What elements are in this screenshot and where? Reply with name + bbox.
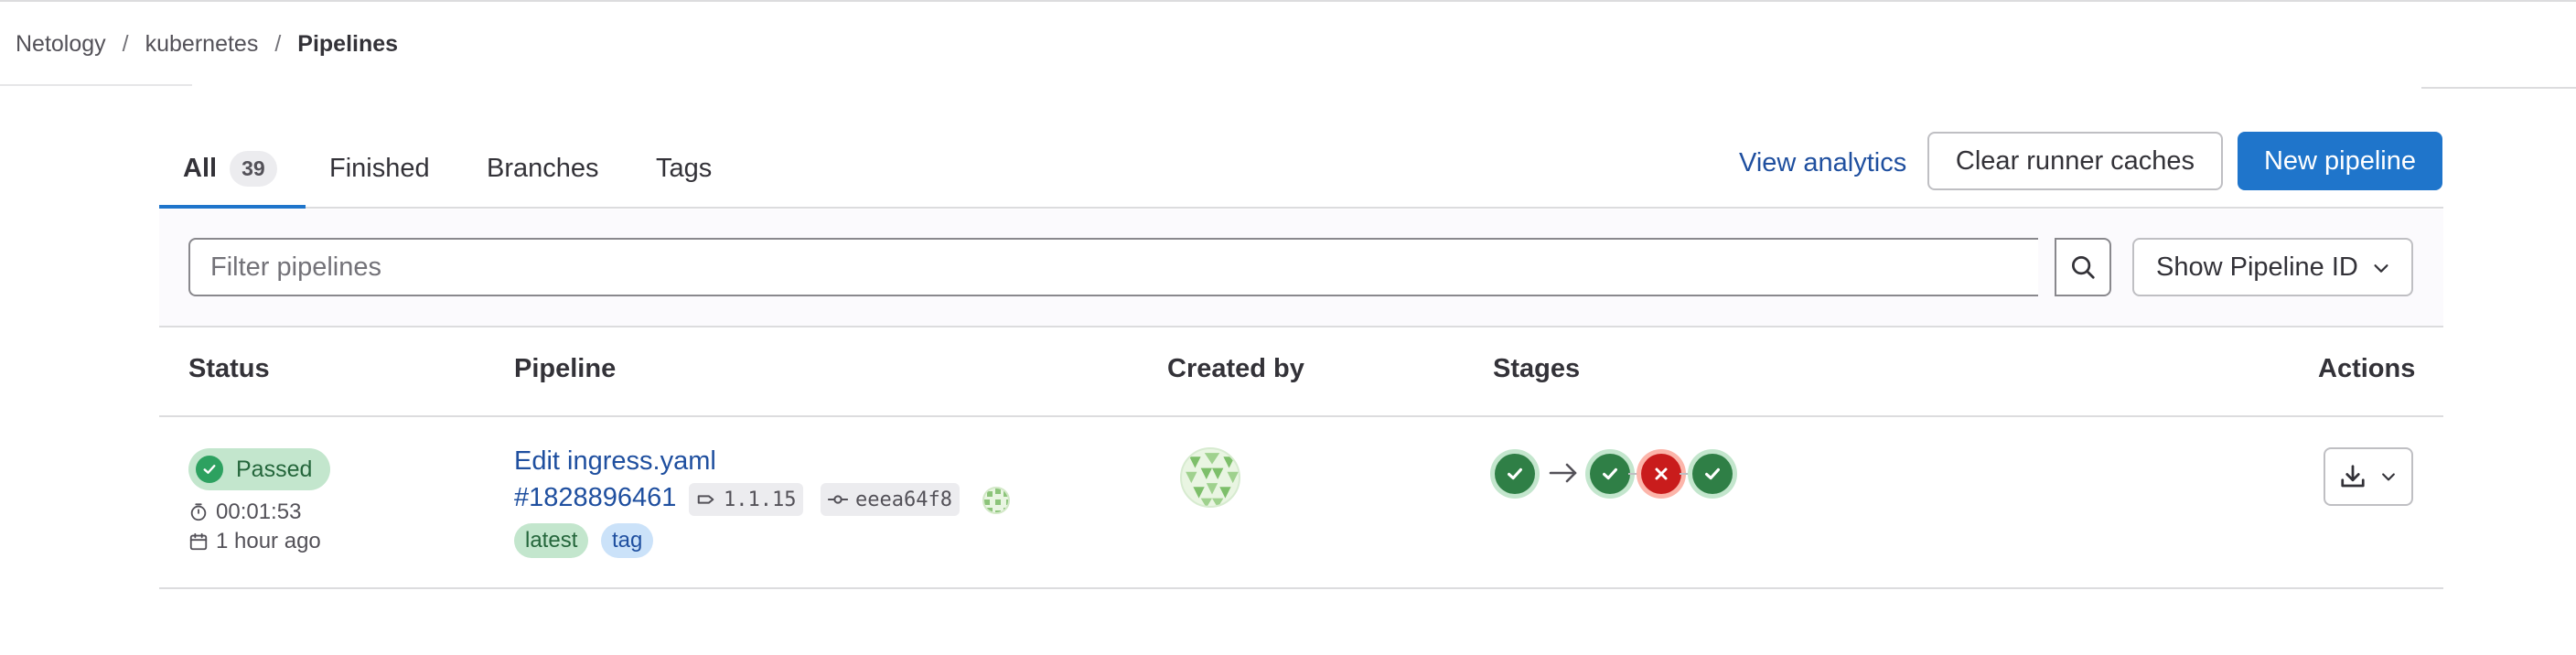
header-created-by: Created by: [1167, 354, 1304, 383]
pipeline-finished-time: 1 hour ago: [188, 529, 321, 554]
timer-icon: [190, 503, 207, 521]
stage-success-3[interactable]: [1692, 454, 1733, 494]
filter-bar: Filter pipelines Show Pipeline ID: [159, 209, 2443, 328]
breadcrumb-item-group[interactable]: Netology: [16, 31, 106, 58]
table-row-divider: [159, 587, 2443, 589]
show-pipeline-id-label: Show Pipeline ID: [2156, 252, 2358, 282]
calendar-icon: [189, 532, 208, 551]
search-icon: [2072, 256, 2095, 279]
breadcrumb-separator: /: [122, 31, 129, 57]
stage-success-1[interactable]: [1495, 454, 1535, 494]
breadcrumb: Netology / kubernetes / Pipelines: [16, 31, 398, 58]
breadcrumb-current[interactable]: Pipelines: [297, 31, 398, 58]
tab-all[interactable]: All 39: [183, 128, 277, 209]
breadcrumb-divider-left: [0, 84, 192, 86]
stage-connector: [1628, 473, 1641, 475]
commit-author-avatar[interactable]: [982, 487, 1010, 514]
check-icon: [1705, 467, 1720, 480]
ref-name: 1.1.15: [724, 488, 797, 511]
filter-pipelines-input[interactable]: Filter pipelines: [188, 238, 2038, 296]
header-pipeline: Pipeline: [514, 354, 617, 383]
created-by-avatar[interactable]: [1180, 447, 1240, 508]
tab-finished[interactable]: Finished: [329, 128, 430, 209]
view-analytics-link[interactable]: View analytics: [1739, 135, 1906, 190]
header-stages: Stages: [1493, 354, 1581, 383]
top-border: [0, 0, 2576, 2]
check-icon: [1603, 467, 1617, 480]
active-tab-indicator: [159, 205, 306, 209]
arrow-right-icon: [1549, 463, 1577, 483]
check-circle-icon: [196, 456, 223, 483]
ref-chip[interactable]: 1.1.15: [689, 483, 804, 516]
check-icon: [1508, 467, 1522, 480]
close-icon: [1655, 467, 1668, 480]
table-header-divider: [159, 415, 2443, 417]
pipeline-commit-title-link[interactable]: Edit ingress.yaml: [514, 446, 716, 477]
search-button[interactable]: [2055, 238, 2111, 296]
pipeline-duration: 00:01:53: [188, 499, 301, 525]
pipeline-id-link[interactable]: #1828896461: [514, 483, 676, 513]
chevron-down-icon: [2382, 473, 2395, 481]
stage-connector: [1680, 473, 1692, 475]
clear-runner-caches-button[interactable]: Clear runner caches: [1927, 132, 2223, 190]
tab-all-count-badge: 39: [230, 150, 277, 187]
label-tag: tag: [601, 523, 654, 558]
stage-failed[interactable]: [1641, 454, 1681, 494]
breadcrumb-divider-right: [2421, 87, 2576, 89]
commit-icon: [828, 495, 848, 504]
new-pipeline-button[interactable]: New pipeline: [2238, 132, 2442, 190]
commit-sha: eeea64f8: [855, 488, 952, 511]
tab-branches[interactable]: Branches: [487, 128, 599, 209]
download-artifacts-dropdown[interactable]: [2324, 447, 2413, 506]
stage-success-2[interactable]: [1590, 454, 1630, 494]
download-icon: [2341, 465, 2365, 488]
status-label: Passed: [236, 456, 313, 482]
show-pipeline-id-dropdown[interactable]: Show Pipeline ID: [2132, 238, 2413, 296]
commit-sha-chip[interactable]: eeea64f8: [821, 483, 960, 516]
label-latest: latest: [514, 523, 589, 558]
finished-text: 1 hour ago: [216, 529, 321, 553]
header-status: Status: [188, 354, 270, 383]
tab-tags[interactable]: Tags: [656, 128, 712, 209]
status-badge[interactable]: Passed: [188, 448, 330, 490]
tab-all-label: All: [183, 153, 218, 183]
breadcrumb-separator: /: [274, 31, 282, 57]
breadcrumb-item-project[interactable]: kubernetes: [145, 31, 259, 58]
chevron-down-icon: [2374, 264, 2388, 273]
header-actions: Actions: [2318, 354, 2416, 383]
branch-tag-icon: [697, 495, 714, 504]
duration-text: 00:01:53: [216, 499, 302, 524]
